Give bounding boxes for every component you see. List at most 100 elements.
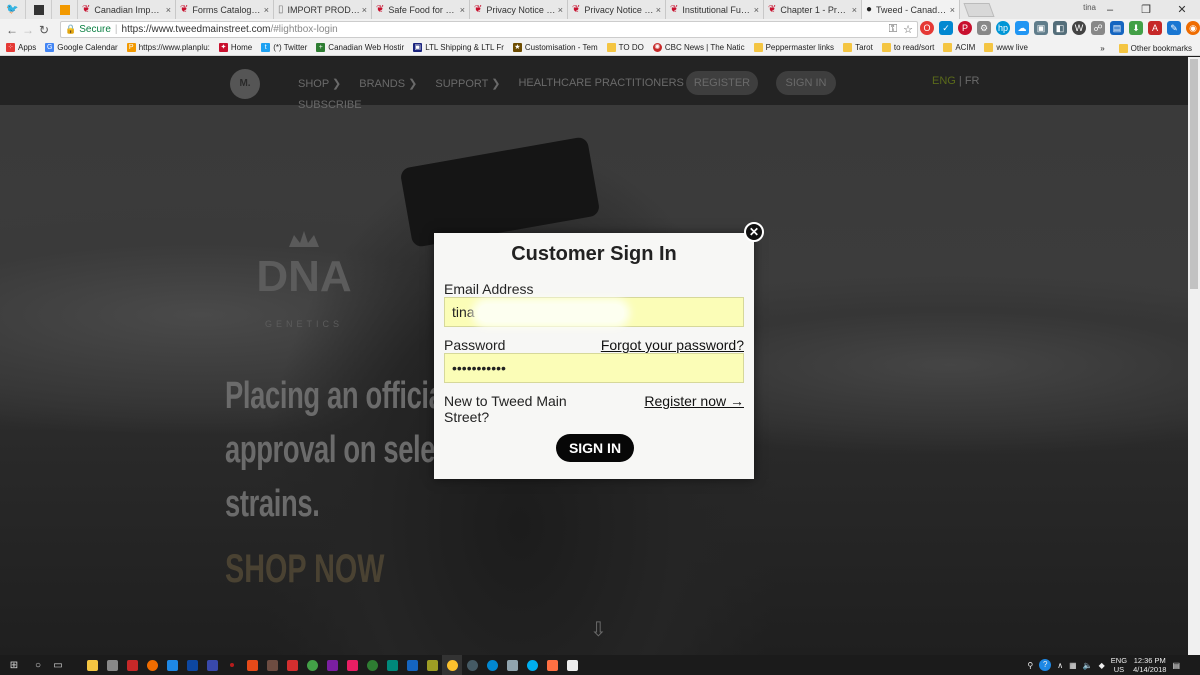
extension-icon[interactable]: W bbox=[1072, 21, 1086, 35]
network-icon[interactable]: ▦ bbox=[1069, 661, 1077, 670]
taskbar-app-icon[interactable] bbox=[462, 655, 482, 675]
dropbox-icon[interactable]: ◆ bbox=[1099, 661, 1105, 670]
taskbar-app-icon[interactable] bbox=[482, 655, 502, 675]
taskbar-app-icon[interactable] bbox=[262, 655, 282, 675]
other-bookmarks-folder[interactable]: Other bookmarks bbox=[1118, 43, 1192, 53]
nav-subscribe[interactable]: SUBSCRIBE bbox=[298, 99, 362, 111]
nav-healthcare-practitioners[interactable]: HEALTHCARE PRACTITIONERS bbox=[518, 77, 683, 90]
password-field[interactable] bbox=[444, 353, 744, 383]
taskbar-app-icon[interactable] bbox=[402, 655, 422, 675]
nav-brands[interactable]: BRANDS ❯ bbox=[359, 77, 417, 90]
taskbar-app-icon[interactable] bbox=[68, 655, 82, 675]
close-tab-icon[interactable]: × bbox=[754, 5, 759, 15]
close-tab-icon[interactable]: × bbox=[166, 5, 171, 15]
close-tab-icon[interactable]: × bbox=[460, 5, 465, 15]
taskbar-app-icon[interactable] bbox=[162, 655, 182, 675]
bookmark-item[interactable]: t (*) Twitter bbox=[261, 43, 307, 52]
taskbar-app-icon[interactable] bbox=[342, 655, 362, 675]
close-tab-icon[interactable]: × bbox=[656, 5, 661, 15]
bookmark-item[interactable]: Phttps://www.planplu: bbox=[126, 43, 210, 52]
taskbar-app-icon[interactable] bbox=[122, 655, 142, 675]
forward-arrow-icon[interactable]: → bbox=[20, 23, 36, 37]
browser-tab[interactable]: ❦Privacy Notice Stater× bbox=[470, 0, 568, 19]
bookmark-folder[interactable]: Peppermaster links bbox=[753, 43, 834, 52]
dna-genetics-logo[interactable]: DNA GENETICS bbox=[234, 229, 374, 329]
key-icon[interactable]: ⚿ bbox=[889, 23, 897, 36]
maximize-button[interactable]: ❐ bbox=[1128, 3, 1164, 16]
site-logo[interactable]: M. bbox=[230, 69, 260, 99]
taskbar-app-icon[interactable] bbox=[422, 655, 442, 675]
task-view-icon[interactable]: ▭ bbox=[48, 655, 68, 675]
sign-in-submit-button[interactable]: SIGN IN bbox=[556, 434, 634, 462]
extension-icon[interactable]: ✎ bbox=[1167, 21, 1181, 35]
windows-start-icon[interactable]: ⊞ bbox=[0, 655, 28, 675]
chrome-icon[interactable] bbox=[442, 655, 462, 675]
nav-shop[interactable]: SHOP ❯ bbox=[298, 77, 341, 90]
file-explorer-icon[interactable] bbox=[82, 655, 102, 675]
page-scrollbar[interactable] bbox=[1188, 57, 1200, 655]
bookmark-star-icon[interactable]: ☆ bbox=[903, 23, 913, 36]
extension-icon[interactable]: ☍ bbox=[1091, 21, 1105, 35]
bookmark-folder[interactable]: ACIM bbox=[943, 43, 975, 52]
taskbar-app-icon[interactable] bbox=[202, 655, 222, 675]
skype-icon[interactable] bbox=[522, 655, 542, 675]
chevron-up-icon[interactable]: ∧ bbox=[1057, 661, 1063, 670]
address-bar[interactable]: 🔒 Secure | https://www.tweedmainstreet.c… bbox=[60, 21, 918, 38]
extension-icon[interactable]: ▣ bbox=[1034, 21, 1048, 35]
register-now-link[interactable]: Register now → bbox=[644, 393, 744, 409]
search-icon[interactable]: ○ bbox=[28, 655, 48, 675]
extension-icon[interactable]: ⬇ bbox=[1129, 21, 1143, 35]
scroll-down-arrow-icon[interactable]: ⇩ bbox=[590, 617, 607, 642]
pinned-tab-twitter[interactable]: 🐦 bbox=[0, 0, 26, 19]
bookmark-folder[interactable]: TO DO bbox=[606, 43, 644, 52]
clock[interactable]: 12:36 PM 4/14/2018 bbox=[1133, 656, 1166, 674]
taskbar-app-icon[interactable] bbox=[102, 655, 122, 675]
shop-now-link[interactable]: SHOP NOW bbox=[225, 547, 384, 592]
extension-icon[interactable]: ◧ bbox=[1053, 21, 1067, 35]
hp-icon[interactable]: hp bbox=[996, 21, 1010, 35]
pinned-tab-2[interactable] bbox=[26, 0, 52, 19]
taskbar-app-icon[interactable] bbox=[502, 655, 522, 675]
acrobat-icon[interactable]: A bbox=[1148, 21, 1162, 35]
pinned-tab-3[interactable] bbox=[52, 0, 78, 19]
bookmark-item[interactable]: ★ Customisation - Tem bbox=[512, 43, 598, 52]
taskbar-app-icon[interactable] bbox=[382, 655, 402, 675]
volume-icon[interactable]: 🔈 bbox=[1083, 661, 1093, 670]
bookmark-item[interactable]: G Google Calendar bbox=[45, 43, 118, 52]
lang-eng[interactable]: ENG bbox=[932, 75, 956, 87]
browser-tab[interactable]: ❦Canadian Import and ·× bbox=[78, 0, 176, 19]
bookmark-item[interactable]: ▣ LTL Shipping & LTL Fr bbox=[413, 43, 504, 52]
browser-tab[interactable]: ▯IMPORT PRODUCTS× bbox=[274, 0, 372, 19]
taskbar-app-icon[interactable] bbox=[222, 655, 242, 675]
bookmark-folder[interactable]: Tarot bbox=[843, 43, 873, 52]
bookmark-folder[interactable]: www live bbox=[984, 43, 1028, 52]
browser-tab[interactable]: ❦Forms Catalogue - C× bbox=[176, 0, 274, 19]
bookmark-item[interactable]: + Canadian Web Hostir bbox=[316, 43, 404, 52]
browser-tab[interactable]: ❦Privacy Notice Stater× bbox=[568, 0, 666, 19]
nav-support[interactable]: SUPPORT ❯ bbox=[435, 77, 500, 90]
photos-icon[interactable] bbox=[562, 655, 582, 675]
pinterest-icon[interactable]: P bbox=[958, 21, 972, 35]
sign-in-button[interactable]: SIGN IN bbox=[776, 71, 836, 95]
acrobat-icon[interactable] bbox=[282, 655, 302, 675]
opera-icon[interactable]: O bbox=[920, 21, 934, 35]
close-tab-icon[interactable]: × bbox=[950, 5, 955, 15]
taskbar-app-icon[interactable] bbox=[322, 655, 342, 675]
taskbar-app-icon[interactable] bbox=[242, 655, 262, 675]
close-tab-icon[interactable]: × bbox=[558, 5, 563, 15]
browser-tab[interactable]: ❦Institutional Functio× bbox=[666, 0, 764, 19]
firefox-icon[interactable] bbox=[142, 655, 162, 675]
bookmarks-overflow-button[interactable]: » bbox=[1100, 44, 1104, 53]
extension-icon[interactable]: ✓ bbox=[939, 21, 953, 35]
taskbar-app-icon[interactable] bbox=[302, 655, 322, 675]
taskbar-app-icon[interactable] bbox=[182, 655, 202, 675]
help-icon[interactable]: ? bbox=[1039, 659, 1052, 671]
extension-icon[interactable]: ▤ bbox=[1110, 21, 1124, 35]
new-tab-button[interactable] bbox=[963, 3, 995, 17]
extension-icon[interactable]: ☁ bbox=[1015, 21, 1029, 35]
scrollbar-thumb[interactable] bbox=[1190, 59, 1198, 289]
notifications-icon[interactable]: ▤ bbox=[1172, 661, 1180, 670]
close-window-button[interactable]: ✕ bbox=[1164, 3, 1200, 16]
close-tab-icon[interactable]: × bbox=[264, 5, 269, 15]
close-icon[interactable]: ✕ bbox=[744, 222, 764, 242]
